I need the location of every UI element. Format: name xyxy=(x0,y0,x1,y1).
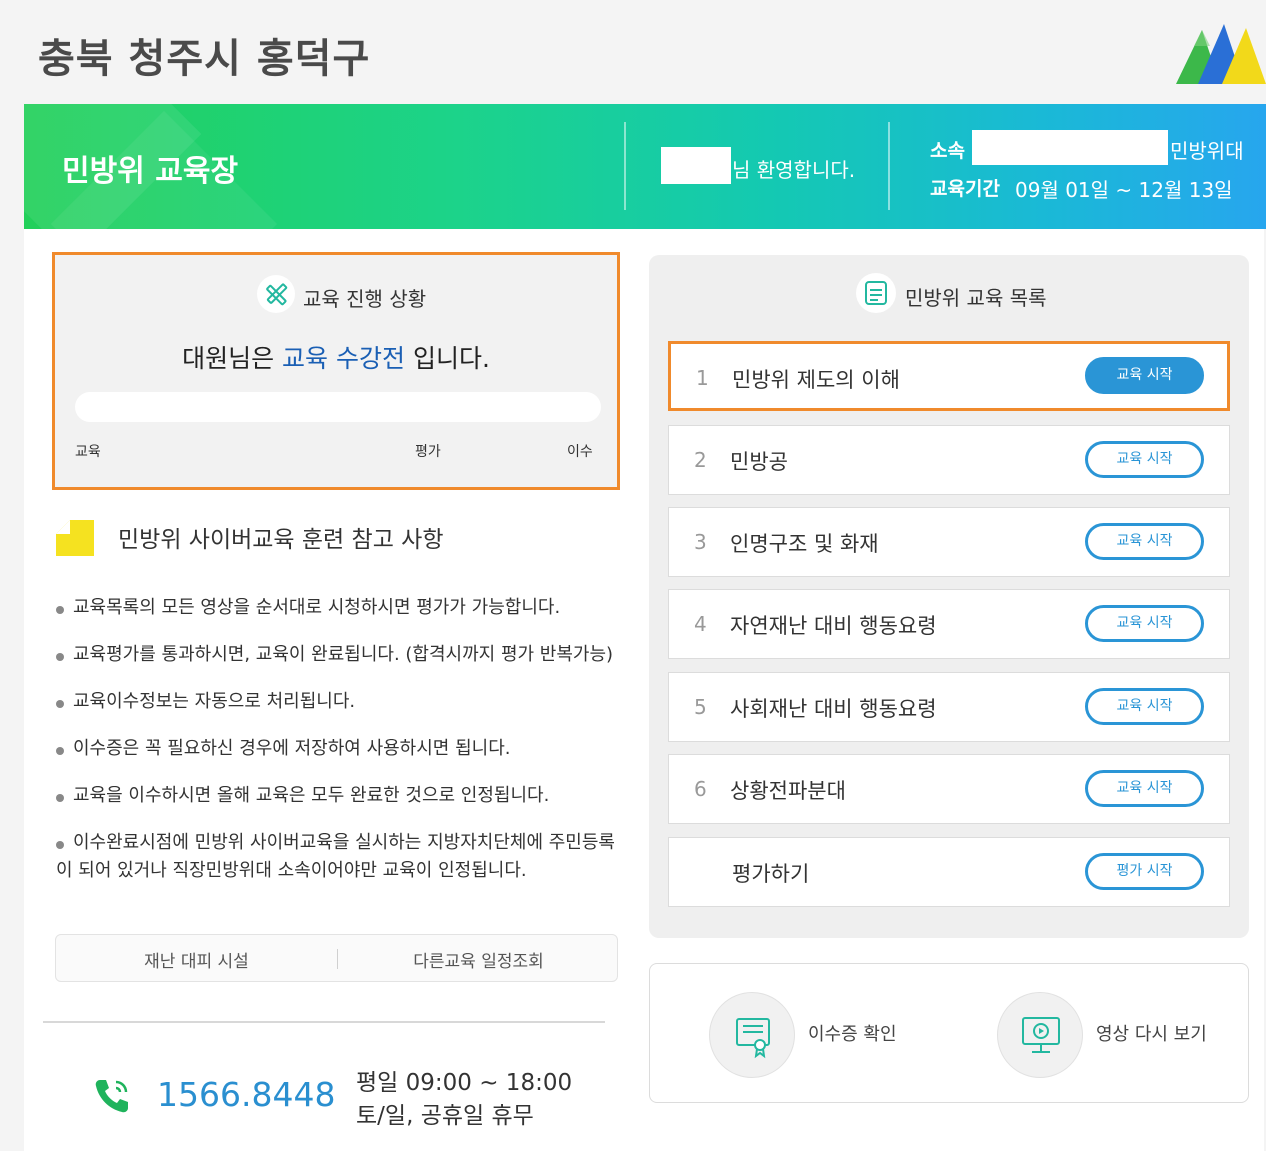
quick-actions: 이수증 확인 영상 다시 보기 xyxy=(649,963,1249,1103)
course-item: 5 사회재난 대비 행동요령 교육 시작 xyxy=(668,672,1230,742)
certificate-button[interactable] xyxy=(709,992,795,1078)
progress-status: 대원님은 교육 수강전 입니다. xyxy=(55,339,617,375)
start-course-button[interactable]: 교육 시작 xyxy=(1085,357,1204,394)
course-list-title: 민방위 교육 목록 xyxy=(905,286,1047,310)
note-item: 이수완료시점에 민방위 사이버교육을 실시하는 지방자치단체에 주민등록이 되어… xyxy=(56,829,631,885)
course-number: 3 xyxy=(694,530,707,554)
notes-title: 민방위 사이버교육 훈련 참고 사항 xyxy=(118,527,444,553)
progress-bar xyxy=(75,392,601,422)
weekday-hours: 평일 09:00 ~ 18:00 xyxy=(356,1070,573,1096)
affiliation-redacted xyxy=(972,130,1168,165)
start-evaluation-button[interactable]: 평가 시작 xyxy=(1085,853,1204,890)
course-name: 사회재난 대비 행동요령 xyxy=(730,697,937,721)
note-item: 교육평가를 통과하시면, 교육이 완료됩니다. (합격시까지 평가 반복가능) xyxy=(56,641,631,669)
phone-icon xyxy=(95,1080,128,1113)
note-item: 이수증은 꼭 필요하신 경우에 저장하여 사용하시면 됩니다. xyxy=(56,735,631,763)
notes-list: 교육목록의 모든 영상을 순서대로 시청하시면 평가가 가능합니다. 교육평가를… xyxy=(56,594,631,904)
page-title: 충북 청주시 홍덕구 xyxy=(38,36,371,82)
schedule-link[interactable]: 다른교육 일정조회 xyxy=(338,947,619,972)
note-item: 교육을 이수하시면 올해 교육은 모두 완료한 것으로 인정됩니다. xyxy=(56,782,631,810)
user-name-redacted xyxy=(661,147,731,184)
banner-divider xyxy=(888,122,890,210)
course-number: 4 xyxy=(694,612,707,636)
replay-video-button[interactable] xyxy=(997,992,1083,1078)
course-list-panel: 민방위 교육 목록 1 민방위 제도의 이해 교육 시작 2 민방공 교육 시작… xyxy=(649,255,1249,938)
phone-number: 1566.8448 xyxy=(157,1075,336,1114)
affiliation-suffix: 민방위대 xyxy=(1170,139,1244,163)
course-number: 1 xyxy=(696,366,709,390)
education-banner: 민방위 교육장 님 환영합니다. 소속 민방위대 교육기간 09월 01일 ~ … xyxy=(24,104,1266,229)
step-education: 교육 xyxy=(75,444,101,460)
course-item: 6 상황전파분대 교육 시작 xyxy=(668,754,1230,824)
link-bar: 재난 대피 시설 다른교육 일정조회 xyxy=(55,934,618,982)
notes-bullet-icon xyxy=(56,520,94,556)
evaluation-item: 평가하기 평가 시작 xyxy=(668,837,1230,907)
divider xyxy=(43,1021,605,1023)
civil-defense-logo xyxy=(1176,24,1266,84)
start-course-button[interactable]: 교육 시작 xyxy=(1085,523,1204,560)
course-number: 2 xyxy=(694,448,707,472)
welcome-message: 님 환영합니다. xyxy=(732,158,856,182)
course-item: 4 자연재난 대비 행동요령 교육 시작 xyxy=(668,589,1230,659)
weekend-hours: 토/일, 공휴일 휴무 xyxy=(356,1103,534,1129)
period-label: 교육기간 xyxy=(930,178,1000,200)
course-item: 2 민방공 교육 시작 xyxy=(668,425,1230,495)
banner-title: 민방위 교육장 xyxy=(62,154,239,189)
progress-title: 교육 진행 상황 xyxy=(303,287,427,311)
list-icon xyxy=(856,273,896,313)
course-item: 1 민방위 제도의 이해 교육 시작 xyxy=(668,341,1230,411)
course-name: 민방공 xyxy=(730,450,788,474)
shelter-link[interactable]: 재난 대피 시설 xyxy=(56,947,337,972)
course-name: 민방위 제도의 이해 xyxy=(732,368,900,392)
step-completion: 이수 xyxy=(567,444,593,460)
progress-panel: 교육 진행 상황 대원님은 교육 수강전 입니다. 교육 평가 이수 xyxy=(52,252,620,490)
period-value: 09월 01일 ~ 12월 13일 xyxy=(1015,178,1233,202)
course-name: 인명구조 및 화재 xyxy=(730,532,879,556)
affiliation-label: 소속 xyxy=(930,140,965,162)
note-item: 교육이수정보는 자동으로 처리됩니다. xyxy=(56,688,631,716)
banner-divider xyxy=(624,122,626,210)
start-course-button[interactable]: 교육 시작 xyxy=(1085,770,1204,807)
course-item: 3 인명구조 및 화재 교육 시작 xyxy=(668,507,1230,577)
course-name: 자연재난 대비 행동요령 xyxy=(730,614,937,638)
certificate-label[interactable]: 이수증 확인 xyxy=(808,1020,897,1046)
replay-video-label[interactable]: 영상 다시 보기 xyxy=(1096,1020,1207,1046)
status-suffix: 입니다. xyxy=(405,344,490,373)
course-number: 5 xyxy=(694,695,707,719)
course-name: 평가하기 xyxy=(732,862,810,886)
pencil-ruler-icon xyxy=(257,275,295,313)
status-highlight: 교육 수강전 xyxy=(282,344,405,373)
course-number: 6 xyxy=(694,777,707,801)
status-prefix: 대원님은 xyxy=(182,344,283,373)
start-course-button[interactable]: 교육 시작 xyxy=(1085,605,1204,642)
certificate-icon xyxy=(736,1018,770,1059)
start-course-button[interactable]: 교육 시작 xyxy=(1085,688,1204,725)
left-gutter xyxy=(0,104,24,1151)
note-item: 교육목록의 모든 영상을 순서대로 시청하시면 평가가 가능합니다. xyxy=(56,594,631,622)
course-name: 상황전파분대 xyxy=(730,779,846,803)
start-course-button[interactable]: 교육 시작 xyxy=(1085,441,1204,478)
step-evaluation: 평가 xyxy=(415,444,441,460)
video-monitor-icon xyxy=(1022,1017,1060,1053)
